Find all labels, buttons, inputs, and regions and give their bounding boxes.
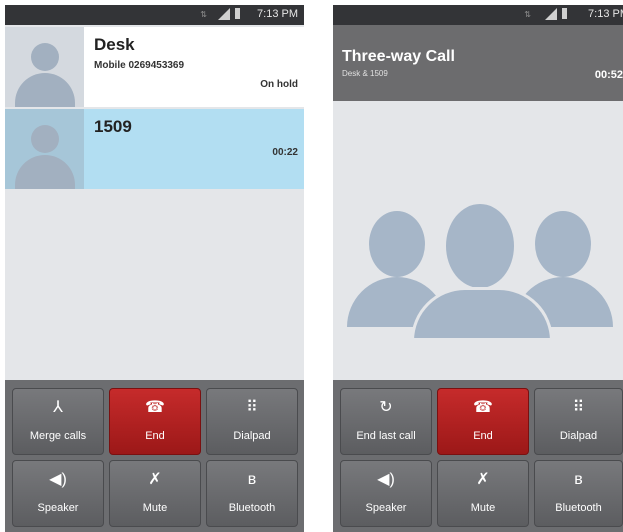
- bluetooth-button[interactable]: ʙ Bluetooth: [534, 460, 623, 527]
- mute-icon: ✗: [148, 471, 162, 488]
- dialpad-icon: ⠿: [572, 399, 585, 416]
- bluetooth-button[interactable]: ʙ Bluetooth: [206, 460, 298, 527]
- group-avatar-icon: [333, 101, 623, 385]
- mute-icon: ✗: [476, 471, 490, 488]
- conference-title: Three-way Call: [342, 48, 455, 65]
- contact-avatar-icon: [5, 27, 84, 107]
- button-label: Dialpad: [559, 430, 598, 442]
- call-controls: ⅄ Merge calls ☎ End ⠿ Dialpad ◀) Speaker…: [5, 380, 304, 532]
- call-screen-three-way: ⇅ 7:13 PM Three-way Call Desk & 1509 00:…: [333, 5, 623, 532]
- button-label: End: [473, 430, 493, 442]
- button-label: Mute: [470, 502, 496, 514]
- status-bar: ⇅ 7:13 PM: [333, 5, 623, 25]
- button-label: Speaker: [37, 502, 79, 514]
- conference-header: Three-way Call Desk & 1509 00:52: [333, 25, 623, 101]
- call-row-on-hold[interactable]: Desk Mobile 0269453369 On hold: [5, 27, 304, 107]
- conference-members: Desk & 1509: [342, 69, 388, 78]
- caller-number: Mobile 0269453369: [94, 60, 185, 71]
- battery-icon: [235, 8, 240, 19]
- signal-icon: [218, 8, 230, 20]
- caller-name: Desk: [94, 35, 135, 54]
- button-label: Bluetooth: [555, 502, 602, 514]
- speaker-icon: ◀): [49, 471, 67, 488]
- caller-name: 1509: [94, 117, 132, 136]
- end-call-button[interactable]: ☎ End: [437, 388, 529, 455]
- call-timer: 00:22: [272, 147, 298, 158]
- dialpad-button[interactable]: ⠿ Dialpad: [206, 388, 298, 455]
- dialpad-icon: ⠿: [246, 399, 258, 416]
- merge-calls-button[interactable]: ⅄ Merge calls: [12, 388, 104, 455]
- status-bar: ⇅ 7:13 PM: [5, 5, 304, 25]
- end-call-icon: ☎: [473, 399, 493, 416]
- status-time: 7:13 PM: [257, 8, 298, 20]
- bluetooth-icon: ʙ: [574, 471, 583, 488]
- sync-icon: ⇅: [200, 10, 207, 19]
- sync-icon: ⇅: [524, 10, 531, 19]
- bluetooth-icon: ʙ: [247, 471, 257, 488]
- dialpad-button[interactable]: ⠿ Dialpad: [534, 388, 623, 455]
- button-label: End: [145, 430, 165, 442]
- end-call-button[interactable]: ☎ End: [109, 388, 201, 455]
- signal-icon: [545, 8, 557, 20]
- conference-timer: 00:52: [594, 69, 623, 81]
- mute-button[interactable]: ✗ Mute: [109, 460, 201, 527]
- refresh-icon: ↻: [379, 399, 393, 416]
- call-status: On hold: [260, 79, 298, 90]
- end-call-icon: ☎: [145, 399, 165, 416]
- status-time: 7:13 PM: [588, 8, 623, 20]
- button-label: End last call: [356, 430, 416, 442]
- speaker-button[interactable]: ◀) Speaker: [12, 460, 104, 527]
- button-label: Speaker: [365, 502, 407, 514]
- speaker-icon: ◀): [377, 471, 395, 488]
- button-label: Dialpad: [233, 430, 271, 442]
- button-label: Mute: [142, 502, 168, 514]
- merge-icon: ⅄: [53, 399, 63, 416]
- call-screen-two-calls: ⇅ 7:13 PM Desk Mobile 0269453369 On hold…: [5, 5, 304, 532]
- speaker-button[interactable]: ◀) Speaker: [340, 460, 432, 527]
- mute-button[interactable]: ✗ Mute: [437, 460, 529, 527]
- battery-icon: [562, 8, 567, 19]
- button-label: Bluetooth: [228, 502, 276, 514]
- end-last-call-button[interactable]: ↻ End last call: [340, 388, 432, 455]
- call-row-active[interactable]: 1509 00:22: [5, 109, 304, 189]
- call-controls: ↻ End last call ☎ End ⠿ Dialpad ◀) Speak…: [333, 380, 623, 532]
- contact-avatar-icon: [5, 109, 84, 189]
- button-label: Merge calls: [29, 430, 87, 442]
